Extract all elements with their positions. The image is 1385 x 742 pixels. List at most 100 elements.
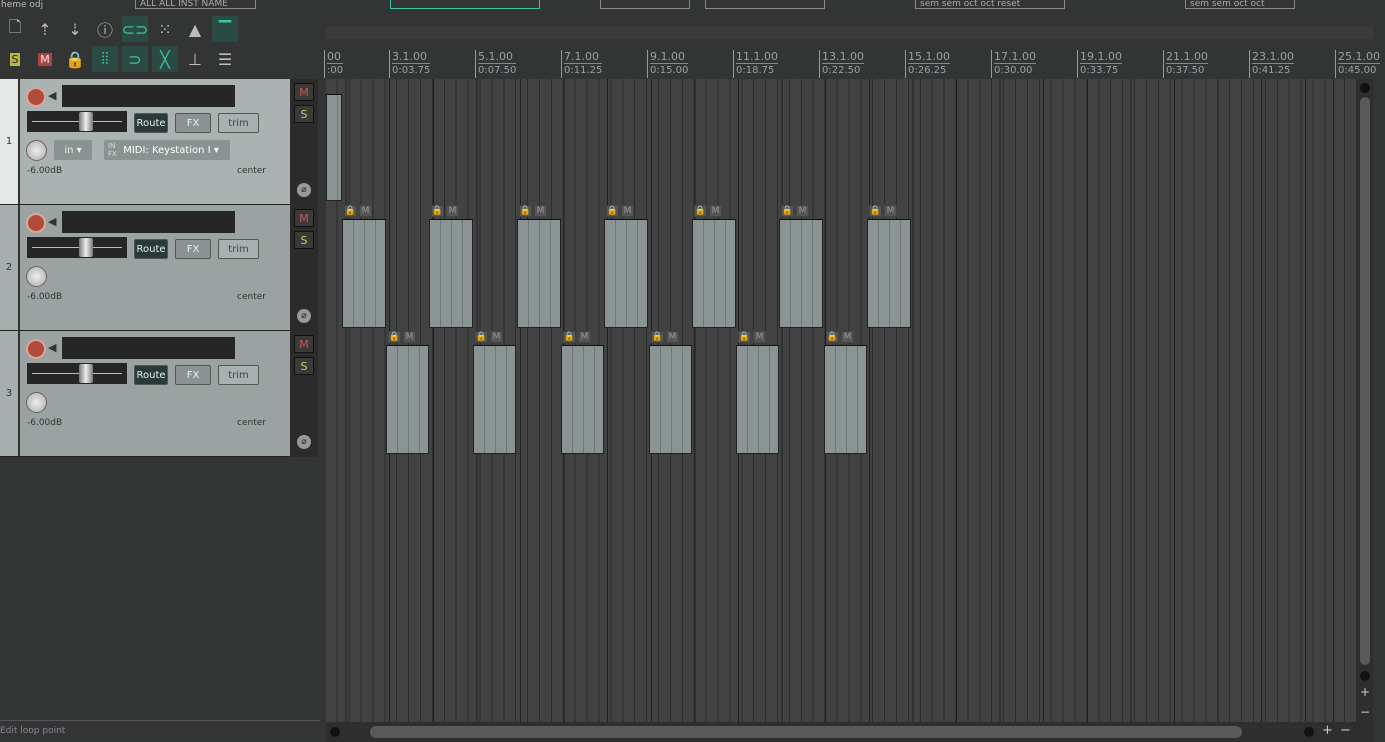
mute-button[interactable]: M [294, 335, 314, 353]
lock-icon[interactable]: 🔒 [388, 331, 401, 343]
media-item[interactable] [692, 219, 736, 328]
horizontal-scroll-thumb[interactable] [370, 726, 1242, 738]
track-panel-3[interactable]: 3 ◀ Route FX trim -6.00dB center M S ⌀ [0, 331, 318, 457]
trim-button[interactable]: trim [218, 113, 259, 133]
open-icon[interactable]: ⇡ [32, 16, 58, 42]
media-item[interactable] [779, 219, 823, 328]
media-item[interactable] [326, 94, 342, 201]
track-name-field[interactable] [62, 337, 235, 359]
record-arm-button[interactable] [26, 339, 46, 359]
lock-icon[interactable]: 🔒 [62, 46, 88, 72]
volume-fader[interactable] [27, 111, 127, 132]
record-arm-button[interactable] [26, 213, 46, 233]
phase-invert-button[interactable]: ⌀ [297, 309, 311, 323]
lock-icon[interactable]: 🔒 [738, 331, 751, 343]
track-name-field[interactable] [62, 85, 235, 107]
envelope-icon[interactable]: ▔ [212, 16, 238, 42]
trim-button[interactable]: trim [218, 239, 259, 259]
phase-invert-button[interactable]: ⌀ [297, 183, 311, 197]
media-item[interactable] [867, 219, 911, 328]
input-device-select[interactable]: IN FX MIDI: Keystation I ▾ [104, 140, 230, 160]
route-button[interactable]: Route [134, 113, 168, 133]
scroll-up-icon[interactable] [1360, 83, 1370, 93]
media-item[interactable] [386, 345, 429, 454]
pitch-toolbar-2[interactable]: sem sem oct oct [1185, 0, 1295, 9]
solo-button[interactable]: S [294, 231, 314, 249]
volume-fader[interactable] [27, 363, 127, 384]
lock-icon[interactable]: 🔒 [475, 331, 488, 343]
mute-button[interactable]: M [294, 209, 314, 227]
track-number[interactable]: 2 [0, 205, 20, 330]
save-icon[interactable]: ⇣ [62, 16, 88, 42]
envelope-toolbar[interactable] [600, 0, 690, 9]
zoom-in-horizontal-icon[interactable]: + [1322, 723, 1333, 738]
media-item[interactable] [561, 345, 604, 454]
vertical-scrollbar[interactable]: + − [1357, 79, 1373, 722]
fx-button[interactable]: FX [175, 365, 211, 385]
info-icon[interactable]: ⓘ [92, 16, 118, 42]
media-item[interactable] [429, 219, 473, 328]
lock-icon[interactable]: 🔒 [519, 205, 532, 217]
fx-button[interactable]: FX [175, 113, 211, 133]
media-item[interactable] [517, 219, 561, 328]
track-filter-buttons[interactable]: ALL ALL INST NAME [135, 0, 256, 9]
loop-icon[interactable]: ⊃ [122, 46, 148, 72]
item-mute-button[interactable]: M [884, 205, 897, 217]
timeline-band[interactable] [326, 27, 1373, 39]
media-item[interactable] [604, 219, 648, 328]
snap-grid-icon[interactable]: ⦙⦙ [92, 46, 118, 72]
lock-icon[interactable]: 🔒 [781, 205, 794, 217]
scroll-down-icon[interactable] [1360, 671, 1370, 681]
record-arm-button[interactable] [26, 87, 46, 107]
lock-icon[interactable]: 🔒 [826, 331, 839, 343]
routing-icon[interactable]: ⊥ [182, 46, 208, 72]
pan-knob[interactable] [26, 140, 47, 161]
media-item[interactable] [736, 345, 779, 454]
track-number[interactable]: 3 [0, 331, 20, 456]
media-item[interactable] [824, 345, 867, 454]
lock-icon[interactable]: 🔒 [651, 331, 664, 343]
media-item[interactable] [342, 219, 386, 328]
item-mute-button[interactable]: M [490, 331, 503, 343]
media-item[interactable] [473, 345, 516, 454]
scroll-left-icon[interactable] [330, 727, 340, 737]
item-mute-button[interactable]: M [403, 331, 416, 343]
solo-button[interactable]: S [294, 105, 314, 123]
input-select[interactable]: in ▾ [54, 140, 92, 160]
timeline-ruler[interactable]: 00:00 3.1.00 0:03.75 5.1.00 0:07.50 7.1.00 0:1… [324, 46, 1380, 78]
route-button[interactable]: Route [134, 239, 168, 259]
media-item[interactable] [649, 345, 692, 454]
mute-clear-icon[interactable]: M [32, 46, 58, 72]
arrange-view[interactable]: 🔒 M 🔒 M 🔒 M 🔒 M 🔒 M 🔒 M 🔒 M 🔒 M 🔒 M 🔒 M 🔒 M 🔒 M 🔒 M [326, 79, 1357, 722]
edit-toolbar[interactable] [705, 0, 825, 9]
item-mute-button[interactable]: M [841, 331, 854, 343]
new-file-icon[interactable]: 🗋 [2, 16, 28, 42]
horizontal-scrollbar[interactable]: + − [326, 722, 1373, 742]
pitch-toolbar[interactable]: sem sem oct oct reset [915, 0, 1065, 9]
pan-knob[interactable] [26, 392, 47, 413]
fader-knob[interactable] [79, 364, 93, 383]
track-list-icon[interactable]: ☰ [212, 46, 238, 72]
item-mute-button[interactable]: M [578, 331, 591, 343]
fader-knob[interactable] [79, 238, 93, 257]
scroll-right-icon[interactable] [1304, 727, 1314, 737]
zoom-out-horizontal-icon[interactable]: − [1340, 723, 1351, 738]
zoom-out-vertical-icon[interactable]: − [1360, 705, 1370, 719]
item-mute-button[interactable]: M [359, 205, 372, 217]
link-icon[interactable]: ⊂⊃ [122, 16, 148, 42]
solo-clear-icon[interactable]: S [2, 46, 28, 72]
trim-button[interactable]: trim [218, 365, 259, 385]
track-name-field[interactable] [62, 211, 235, 233]
route-button[interactable]: Route [134, 365, 168, 385]
lock-icon[interactable]: 🔒 [344, 205, 357, 217]
fx-button[interactable]: FX [175, 239, 211, 259]
midi-toolbar[interactable] [390, 0, 540, 9]
item-mute-button[interactable]: M [534, 205, 547, 217]
metronome-icon[interactable]: ▲ [182, 16, 208, 42]
volume-fader[interactable] [27, 237, 127, 258]
crossfade-icon[interactable]: ╳ [152, 46, 178, 72]
lock-icon[interactable]: 🔒 [563, 331, 576, 343]
item-mute-button[interactable]: M [796, 205, 809, 217]
lock-icon[interactable]: 🔒 [694, 205, 707, 217]
track-panel-2[interactable]: 2 ◀ Route FX trim -6.00dB center M S ⌀ [0, 205, 318, 331]
